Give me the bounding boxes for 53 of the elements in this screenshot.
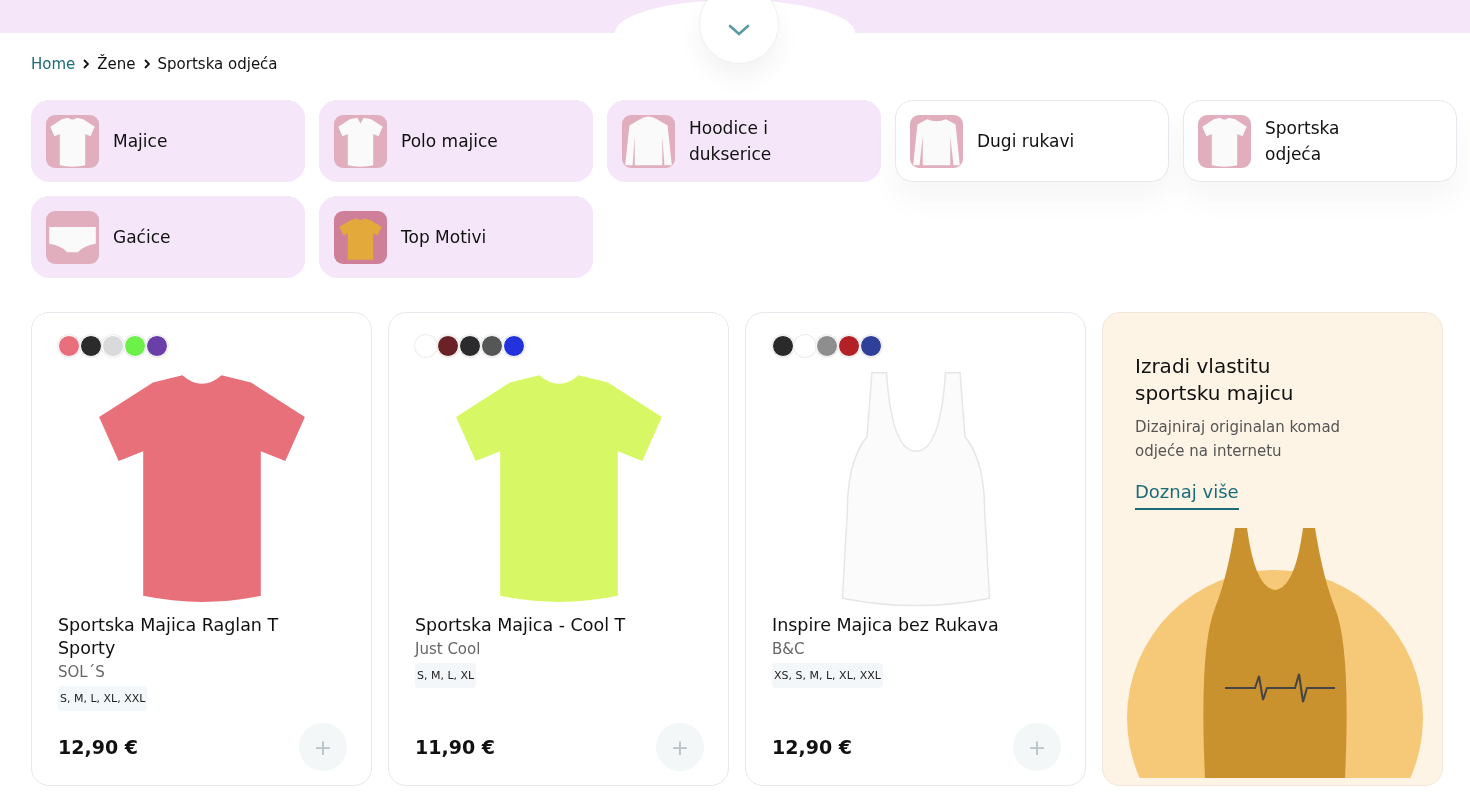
color-swatch[interactable] (58, 335, 80, 357)
garment-thumbnail (334, 210, 387, 264)
category-tile[interactable]: Dugi rukavi (895, 100, 1169, 182)
garment-thumbnail (334, 114, 387, 168)
breadcrumb-item: Žene (97, 55, 136, 73)
promo-title: Izradi vlastitu sportsku majicu (1135, 353, 1295, 407)
product-card[interactable]: Inspire Majica bez Rukava B&C XS, S, M, L, XL, XXL 12,90 € + (745, 312, 1086, 786)
garment-thumbnail (46, 210, 99, 264)
product-name: Sportska Majica Raglan T Sporty (58, 614, 280, 660)
category-tile[interactable]: Sportska odjeća (1183, 100, 1457, 182)
size-list: S, M, L, XL, XXL (58, 686, 148, 711)
color-swatch[interactable] (102, 335, 124, 357)
breadcrumb-item: Sportska odjeća (157, 55, 278, 73)
product-name: Sportska Majica - Cool T (415, 614, 627, 637)
category-tile[interactable]: Majice (31, 100, 305, 182)
color-swatch[interactable] (481, 335, 503, 357)
promo-text: Dizajniraj originalan komad odjeće na internetu (1135, 417, 1342, 462)
color-swatch[interactable] (794, 335, 816, 357)
category-tile[interactable]: Polo majice (319, 100, 593, 182)
color-swatch[interactable] (437, 335, 459, 357)
color-swatch[interactable] (415, 335, 437, 357)
garment-thumbnail (622, 114, 675, 168)
chevron-down-icon (728, 24, 750, 36)
garment-thumbnail (1198, 114, 1251, 168)
product-card[interactable]: Sportska Majica Raglan T Sporty SOL´S S, M, L, XL, XXL 12,90 € + (31, 312, 372, 786)
category-tile[interactable]: Top Motivi (319, 196, 593, 278)
price: 12,90 € (772, 736, 852, 758)
chevron-right-icon (143, 59, 150, 69)
color-swatch[interactable] (838, 335, 860, 357)
product-name: Inspire Majica bez Rukava (772, 614, 1000, 637)
size-list: XS, S, M, L, XL, XXL (772, 663, 883, 688)
color-swatch[interactable] (124, 335, 146, 357)
learn-more-link[interactable]: Doznaj više (1135, 481, 1239, 510)
category-tile[interactable]: Gaćice (31, 196, 305, 278)
color-swatch[interactable] (146, 335, 168, 357)
product-card[interactable]: Sportska Majica - Cool T Just Cool S, M, L, XL 11,90 € + (388, 312, 729, 786)
size-list: S, M, L, XL (415, 663, 477, 688)
color-swatch[interactable] (816, 335, 838, 357)
color-swatch[interactable] (80, 335, 102, 357)
color-swatch[interactable] (459, 335, 481, 357)
garment-thumbnail (910, 114, 963, 168)
color-swatch[interactable] (860, 335, 882, 357)
brand-name: Just Cool (415, 639, 482, 660)
color-swatch[interactable] (772, 335, 794, 357)
garment-thumbnail (46, 114, 99, 168)
color-swatch[interactable] (503, 335, 525, 357)
price: 12,90 € (58, 736, 138, 758)
price: 11,90 € (415, 736, 495, 758)
category-tile[interactable]: Hoodice i dukserice (607, 100, 881, 182)
brand-name: SOL´S (58, 662, 106, 683)
chevron-right-icon (83, 59, 90, 69)
breadcrumb-link[interactable]: Home (31, 55, 76, 73)
brand-name: B&C (772, 639, 806, 660)
